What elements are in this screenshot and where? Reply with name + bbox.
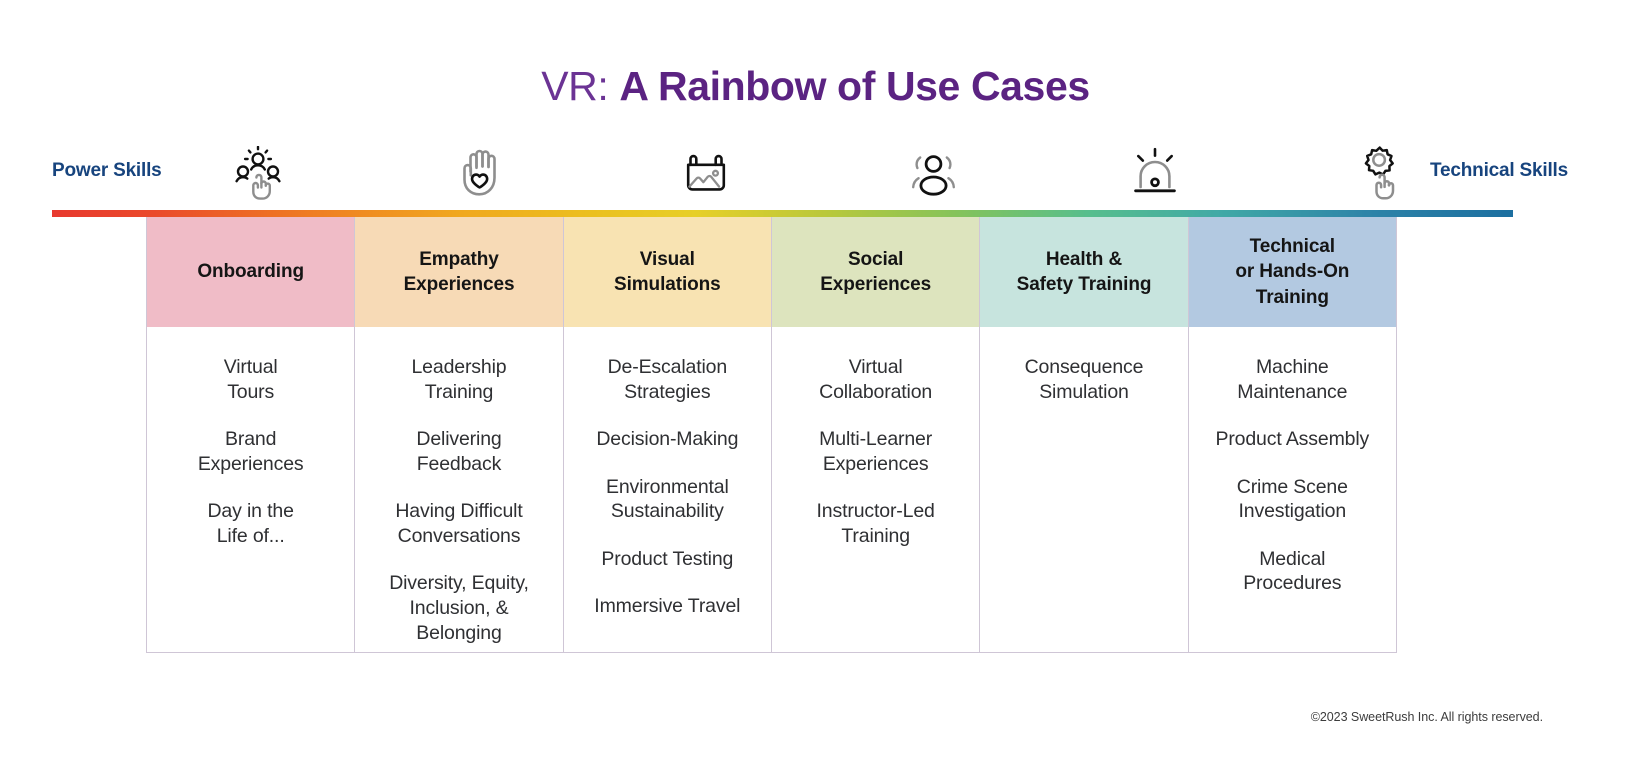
use-case-item: Multi-Learner Experiences: [819, 428, 933, 475]
use-case-item: Diversity, Equity, Inclusion, & Belonging: [389, 572, 529, 644]
use-case-item: Virtual Collaboration: [819, 356, 933, 403]
gear-hand-icon: [1351, 145, 1407, 201]
column-header-visual: Visual Simulations: [563, 217, 771, 327]
use-case-item: Product Testing: [601, 547, 734, 570]
alarm-siren-icon: [1128, 146, 1182, 200]
column-header-empathy: Empathy Experiences: [355, 217, 563, 327]
column-items-technical: Machine Maintenance Product Assembly Crime …: [1188, 327, 1396, 653]
column-header-technical: Technical or Hands-On Training: [1188, 217, 1396, 327]
icon-cell-social: [819, 142, 1043, 204]
team-people-pointer-icon: [230, 146, 286, 200]
icon-cell-health-safety: [1043, 142, 1267, 204]
use-case-item: Instructor-Led Training: [816, 500, 935, 547]
column-header-health-safety: Health & Safety Training: [980, 217, 1188, 327]
column-header-social: Social Experiences: [771, 217, 980, 327]
column-items-health-safety: Consequence Simulation: [980, 327, 1188, 653]
column-items-empathy: Leadership Training Delivering Feedback Havi…: [355, 327, 563, 653]
use-case-item: Having Difficult Conversations: [395, 500, 523, 547]
table-column-empathy: Empathy Experiences Leadership Training Del…: [355, 217, 564, 653]
page-title: VR: A Rainbow of Use Cases: [0, 63, 1631, 110]
table-column-technical: Technical or Hands-On Training Machine Main…: [1188, 217, 1397, 653]
column-header-text: Health & Safety Training: [1016, 248, 1152, 295]
table-column-visual: Visual Simulations De-Escalation Strategie…: [563, 217, 772, 653]
use-case-item: Leadership Training: [411, 356, 507, 403]
social-avatars-icon: [904, 148, 958, 198]
spectrum-header: Power Skills Technical Skills: [52, 142, 1568, 204]
use-case-item: Virtual Tours: [223, 356, 278, 403]
column-header-onboarding: Onboarding: [147, 217, 355, 327]
table-column-social: Social Experiences Virtual Collaboration Mu…: [771, 217, 981, 653]
use-case-item: Day in the Life of...: [207, 500, 294, 547]
column-header-text: Visual Simulations: [614, 248, 721, 295]
use-case-item: Environmental Sustainability: [605, 475, 729, 523]
use-case-item: Immersive Travel: [594, 595, 741, 618]
column-header-text: Technical or Hands-On Training: [1235, 236, 1350, 308]
use-case-item: Decision-Making: [596, 428, 739, 451]
use-case-item: Machine Maintenance: [1237, 356, 1348, 403]
table-column-health-safety: Health & Safety Training Consequence Simul…: [980, 217, 1189, 653]
use-case-item: Product Assembly: [1215, 428, 1370, 451]
icon-cell-empathy: [370, 142, 594, 204]
page-title-main: A Rainbow of Use Cases: [619, 63, 1090, 109]
icon-strip: [146, 142, 1491, 204]
use-case-item: Delivering Feedback: [416, 428, 502, 475]
rainbow-gradient-bar: [52, 210, 1513, 217]
table-column-onboarding: Onboarding Virtual Tours Brand Experiences D…: [146, 217, 356, 653]
icon-cell-technical: [1267, 142, 1491, 204]
use-case-item: Crime Scene Investigation: [1236, 475, 1348, 523]
copyright-notice: ©2023 SweetRush Inc. All rights reserved…: [1310, 710, 1543, 724]
landscape-picture-icon: [679, 147, 733, 199]
column-header-text: Social Experiences: [820, 248, 932, 295]
use-case-item: De-Escalation Strategies: [607, 356, 728, 403]
icon-cell-visual: [594, 142, 818, 204]
hand-heart-icon: [456, 146, 508, 200]
icon-cell-onboarding: [146, 142, 370, 204]
use-case-table: Onboarding Virtual Tours Brand Experiences D…: [146, 217, 1397, 653]
column-items-social: Virtual Collaboration Multi-Learner Experie…: [771, 327, 980, 653]
column-items-visual: De-Escalation Strategies Decision-Making En…: [563, 327, 771, 653]
column-items-onboarding: Virtual Tours Brand Experiences Day in the Li…: [147, 327, 355, 653]
page-title-prefix: VR:: [541, 63, 620, 109]
use-case-item: Brand Experiences: [197, 428, 304, 475]
column-header-text: Empathy Experiences: [403, 248, 515, 295]
use-case-item: Medical Procedures: [1243, 547, 1342, 595]
use-case-item: Consequence Simulation: [1024, 356, 1144, 403]
column-header-text: Onboarding: [197, 261, 304, 283]
